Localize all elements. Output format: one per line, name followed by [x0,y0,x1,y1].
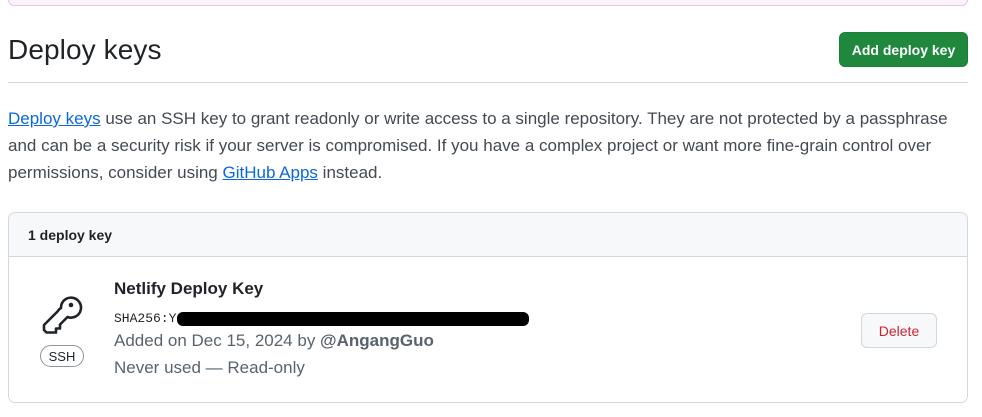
usage-status: Never used — Read-only [114,358,305,377]
deploy-keys-list: 1 deploy key SSH Netlify Deploy Key SHA2… [8,212,968,403]
deploy-keys-count: 1 deploy key [9,213,967,257]
description-text-end: instead. [317,163,383,182]
description-text: use an SSH key to grant readonly or writ… [8,109,948,182]
page-title: Deploy keys [8,34,162,65]
page-header: Deploy keys Add deploy key [8,28,968,83]
redaction-mark [177,312,529,326]
delete-key-button[interactable]: Delete [861,313,937,348]
description: Deploy keys use an SSH key to grant read… [8,105,973,186]
deploy-keys-link[interactable]: Deploy keys [8,109,101,128]
key-icon [39,291,83,335]
added-by-user: @AngangGuo [320,331,434,350]
ssh-badge: SSH [40,345,84,367]
added-info: Added on Dec 15, 2024 by @AngangGuo [114,331,434,351]
added-date: Added on Dec 15, 2024 by [114,331,321,350]
deploy-key-item: SSH Netlify Deploy Key SHA256:Y... Added… [9,257,967,402]
add-deploy-key-button[interactable]: Add deploy key [839,32,968,67]
top-banner [8,0,968,6]
github-apps-link[interactable]: GitHub Apps [222,163,317,182]
deploy-key-title: Netlify Deploy Key [114,279,264,298]
